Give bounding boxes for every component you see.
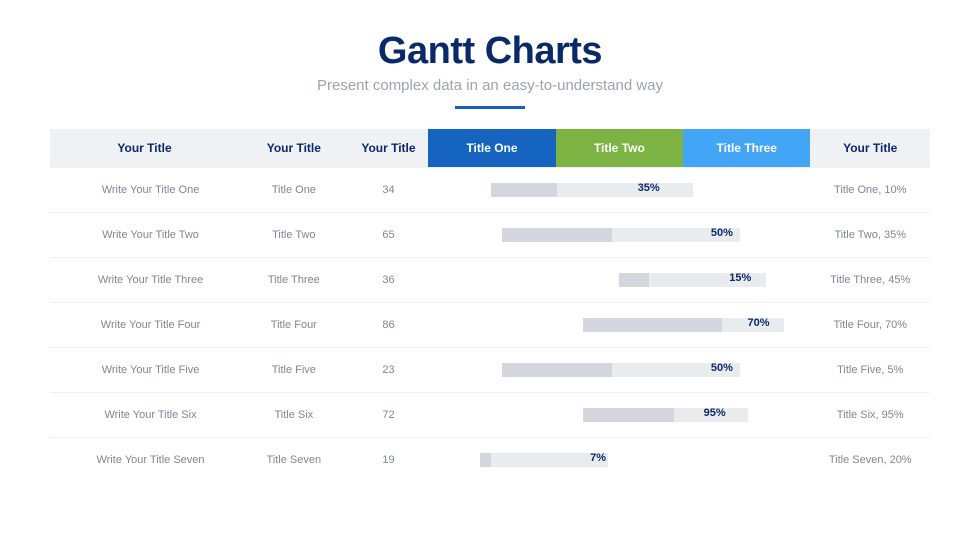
col-header-3: Your Title xyxy=(349,129,429,168)
header: Gantt Charts Present complex data in an … xyxy=(50,30,930,109)
row-label: Title Four xyxy=(239,303,349,348)
row-label: Title One xyxy=(239,168,349,213)
page-title: Gantt Charts xyxy=(50,30,930,73)
gantt-table: Your Title Your Title Your Title Title O… xyxy=(50,129,930,482)
row-num: 72 xyxy=(349,393,429,438)
row-name: Write Your Title Six xyxy=(50,393,239,438)
col-header-gantt-3: Title Three xyxy=(683,129,810,168)
row-num: 65 xyxy=(349,213,429,258)
gantt-cell: 50% xyxy=(428,213,810,258)
table-row: Write Your Title SevenTitle Seven19 7% Tit… xyxy=(50,438,930,483)
row-right: Title Five, 5% xyxy=(810,348,930,393)
gantt-bar-label: 70% xyxy=(748,317,770,329)
row-num: 19 xyxy=(349,438,429,483)
gantt-cell: 50% xyxy=(428,348,810,393)
row-label: Title Three xyxy=(239,258,349,303)
gantt-cell: 7% xyxy=(428,438,810,483)
table-header-row: Your Title Your Title Your Title Title O… xyxy=(50,129,930,168)
row-right: Title Three, 45% xyxy=(810,258,930,303)
row-right: Title Six, 95% xyxy=(810,393,930,438)
gantt-cell: 95% xyxy=(428,393,810,438)
col-header-1: Your Title xyxy=(50,129,239,168)
title-underline xyxy=(455,106,525,109)
row-num: 34 xyxy=(349,168,429,213)
row-right: Title Four, 70% xyxy=(810,303,930,348)
gantt-cell: 70% xyxy=(428,303,810,348)
gantt-bar-fg xyxy=(502,228,612,242)
row-name: Write Your Title Two xyxy=(50,213,239,258)
table-row: Write Your Title FourTitle Four86 70% Titl… xyxy=(50,303,930,348)
row-num: 86 xyxy=(349,303,429,348)
row-right: Title One, 10% xyxy=(810,168,930,213)
table-row: Write Your Title FiveTitle Five23 50% Titl… xyxy=(50,348,930,393)
table-row: Write Your Title SixTitle Six72 95% Title … xyxy=(50,393,930,438)
gantt-bar-fg xyxy=(583,408,675,422)
table-row: Write Your Title OneTitle One34 35% Title … xyxy=(50,168,930,213)
row-name: Write Your Title One xyxy=(50,168,239,213)
row-label: Title Two xyxy=(239,213,349,258)
row-label: Title Seven xyxy=(239,438,349,483)
row-right: Title Seven, 20% xyxy=(810,438,930,483)
gantt-cell: 15% xyxy=(428,258,810,303)
col-header-gantt-2: Title Two xyxy=(556,129,683,168)
col-header-2: Your Title xyxy=(239,129,349,168)
gantt-bar-fg xyxy=(491,183,557,197)
row-num: 23 xyxy=(349,348,429,393)
gantt-bar-label: 50% xyxy=(711,362,733,374)
gantt-bar-label: 15% xyxy=(729,272,751,284)
row-num: 36 xyxy=(349,258,429,303)
row-name: Write Your Title Five xyxy=(50,348,239,393)
gantt-bar-label: 7% xyxy=(590,452,606,464)
gantt-bar-label: 50% xyxy=(711,227,733,239)
row-name: Write Your Title Seven xyxy=(50,438,239,483)
col-header-gantt-1: Title One xyxy=(428,129,555,168)
page-subtitle: Present complex data in an easy-to-under… xyxy=(50,77,930,94)
gantt-bar-fg xyxy=(480,453,491,467)
gantt-bar-label: 35% xyxy=(638,182,660,194)
row-name: Write Your Title Four xyxy=(50,303,239,348)
gantt-bar-fg xyxy=(619,273,648,287)
gantt-bar-fg xyxy=(502,363,612,377)
row-right: Title Two, 35% xyxy=(810,213,930,258)
col-header-4: Your Title xyxy=(810,129,930,168)
table-row: Write Your Title ThreeTitle Three36 15% Ti… xyxy=(50,258,930,303)
gantt-bar-fg xyxy=(583,318,722,332)
gantt-cell: 35% xyxy=(428,168,810,213)
gantt-bar-label: 95% xyxy=(704,407,726,419)
row-label: Title Six xyxy=(239,393,349,438)
row-name: Write Your Title Three xyxy=(50,258,239,303)
row-label: Title Five xyxy=(239,348,349,393)
table-row: Write Your Title TwoTitle Two65 50% Title … xyxy=(50,213,930,258)
